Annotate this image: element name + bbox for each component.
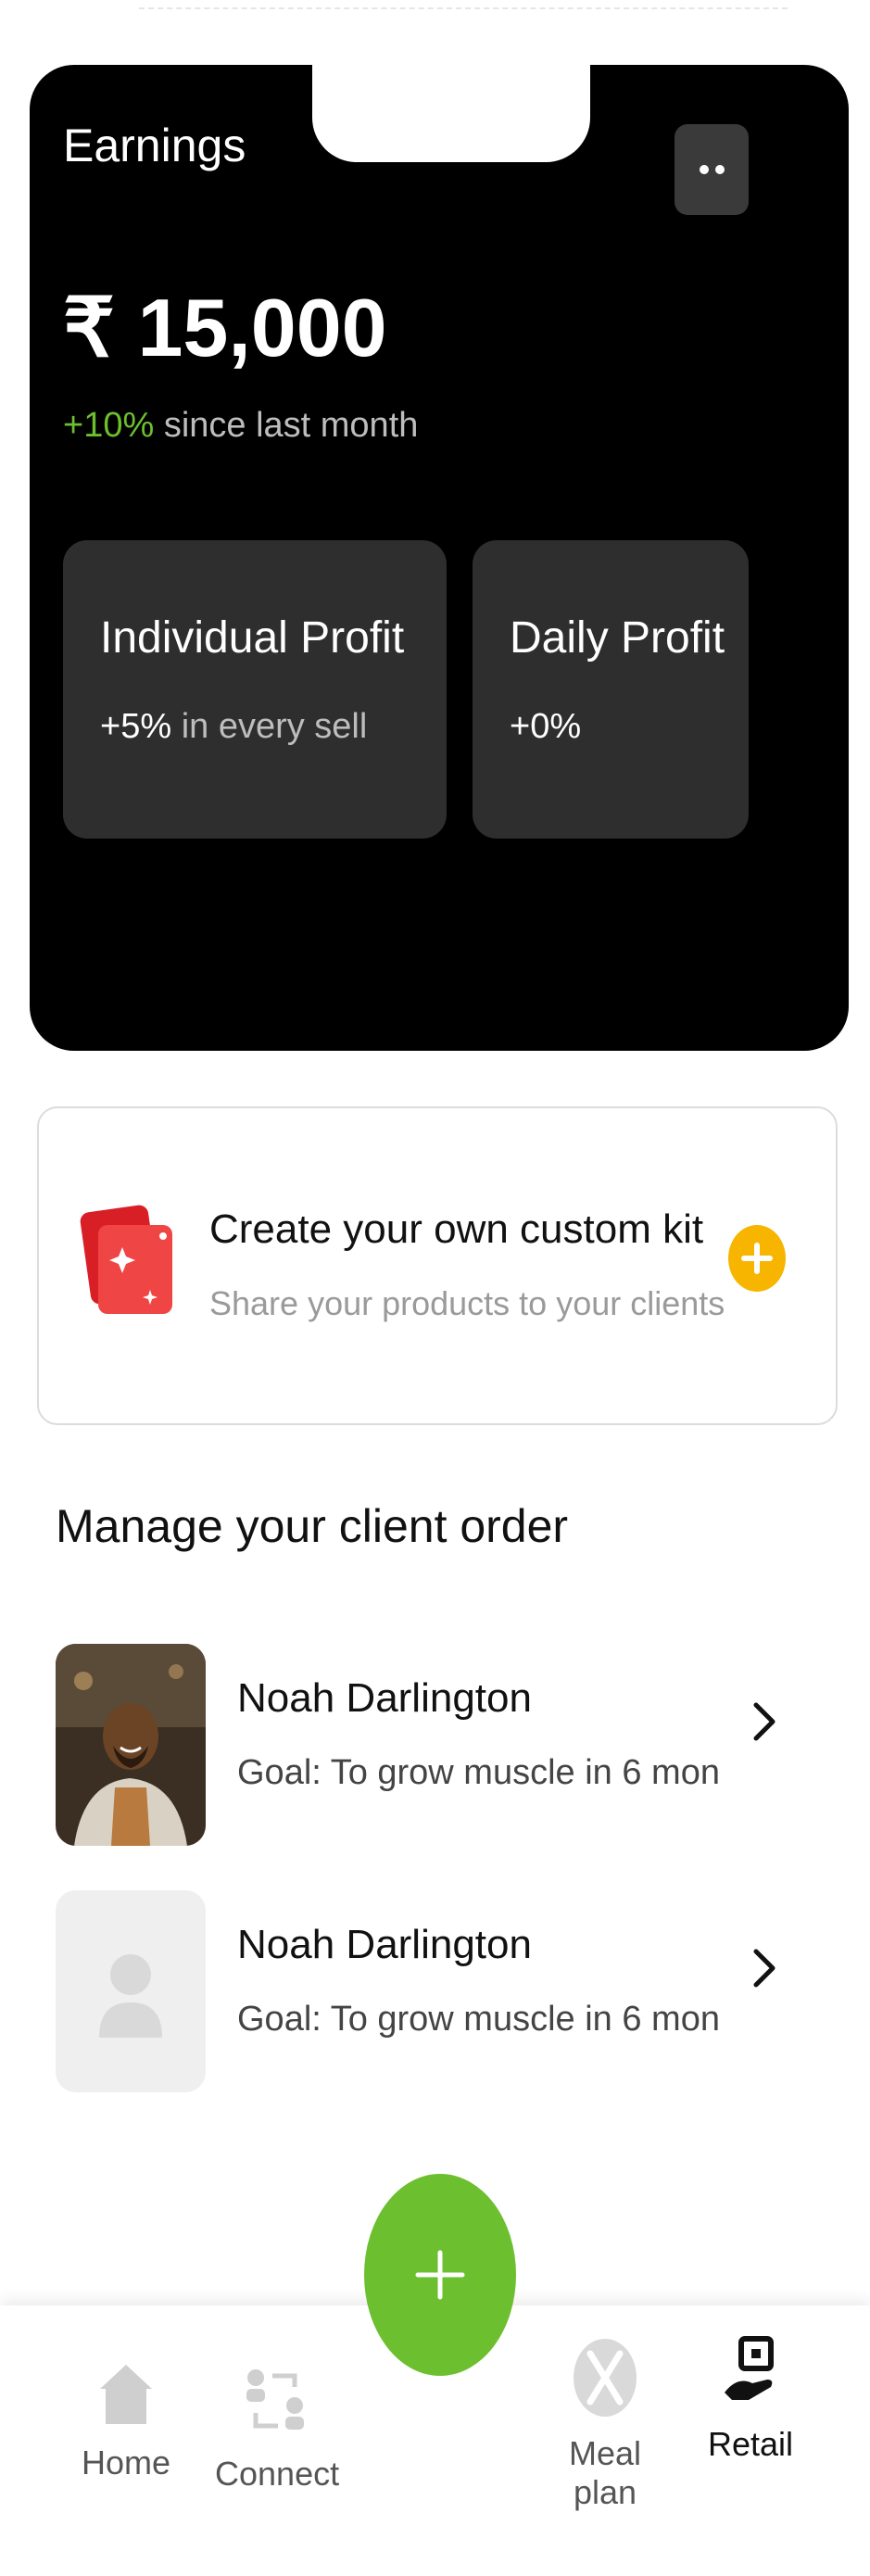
- stat-subtitle: +0%: [510, 707, 581, 747]
- custom-kit-card[interactable]: Create your own custom kit Share your pr…: [37, 1106, 838, 1425]
- add-kit-button[interactable]: [728, 1225, 786, 1292]
- user-icon: [99, 1954, 162, 2038]
- avatar-placeholder: [56, 1890, 206, 2092]
- add-fab-button[interactable]: [364, 2174, 516, 2376]
- client-row[interactable]: Noah Darlington Goal: To grow muscle in …: [56, 1644, 797, 1848]
- device-notch: [312, 56, 590, 162]
- dot-icon: [714, 165, 725, 174]
- nav-label: Retail: [707, 2425, 794, 2463]
- stat-value: +5%: [100, 707, 172, 746]
- plus-icon: [741, 1243, 773, 1274]
- client-row[interactable]: Noah Darlington Goal: To grow muscle in …: [56, 1890, 797, 2094]
- custom-kit-title: Create your own custom kit: [209, 1206, 704, 1252]
- nav-label: Home: [81, 2443, 171, 2481]
- daily-profit-card[interactable]: Daily Profit +0%: [473, 540, 749, 839]
- nav-item-retail[interactable]: Retail: [704, 2335, 797, 2464]
- client-name: Noah Darlington: [237, 1922, 532, 1967]
- client-section-title: Manage your client order: [56, 1500, 569, 1552]
- custom-kit-subtitle: Share your products to your clients: [209, 1284, 725, 1322]
- earnings-amount: ₹ 15,000: [63, 282, 387, 373]
- earnings-change: +10% since last month: [63, 406, 418, 446]
- earnings-menu-button[interactable]: [675, 124, 749, 215]
- meal-plan-icon: [574, 2339, 637, 2417]
- change-percent: +10%: [63, 406, 155, 445]
- dot-icon: [699, 165, 709, 174]
- stat-title: Individual Profit: [100, 613, 405, 663]
- nav-label: Meal plan: [568, 2434, 642, 2511]
- nav-item-home[interactable]: Home: [80, 2361, 172, 2482]
- change-text: since last month: [163, 406, 419, 445]
- top-divider: [139, 7, 788, 9]
- individual-profit-card[interactable]: Individual Profit +5% in every sell: [63, 540, 447, 839]
- client-goal: Goal: To grow muscle in 6 mon: [237, 1753, 720, 1792]
- home-icon: [100, 2365, 152, 2424]
- chevron-right-icon[interactable]: [749, 1940, 782, 1996]
- connect-icon: [246, 2369, 304, 2430]
- stat-subtitle: +5% in every sell: [100, 707, 367, 747]
- avatar: [56, 1644, 206, 1846]
- custom-kit-icon: [80, 1205, 172, 1314]
- stat-title: Daily Profit: [510, 613, 725, 663]
- client-goal: Goal: To grow muscle in 6 mon: [237, 2000, 720, 2039]
- plus-icon: [415, 2250, 465, 2300]
- client-photo: [56, 1644, 206, 1846]
- client-name: Noah Darlington: [237, 1675, 532, 1721]
- earnings-title: Earnings: [63, 120, 246, 171]
- nav-item-connect[interactable]: Connect: [215, 2365, 340, 2494]
- nav-item-meal-plan[interactable]: Meal plan: [545, 2335, 665, 2512]
- stat-suffix: in every sell: [181, 707, 368, 746]
- chevron-right-icon[interactable]: [749, 1694, 782, 1749]
- nav-label: Connect: [215, 2455, 340, 2493]
- stat-value: +0%: [510, 707, 582, 746]
- retail-icon: [725, 2336, 774, 2400]
